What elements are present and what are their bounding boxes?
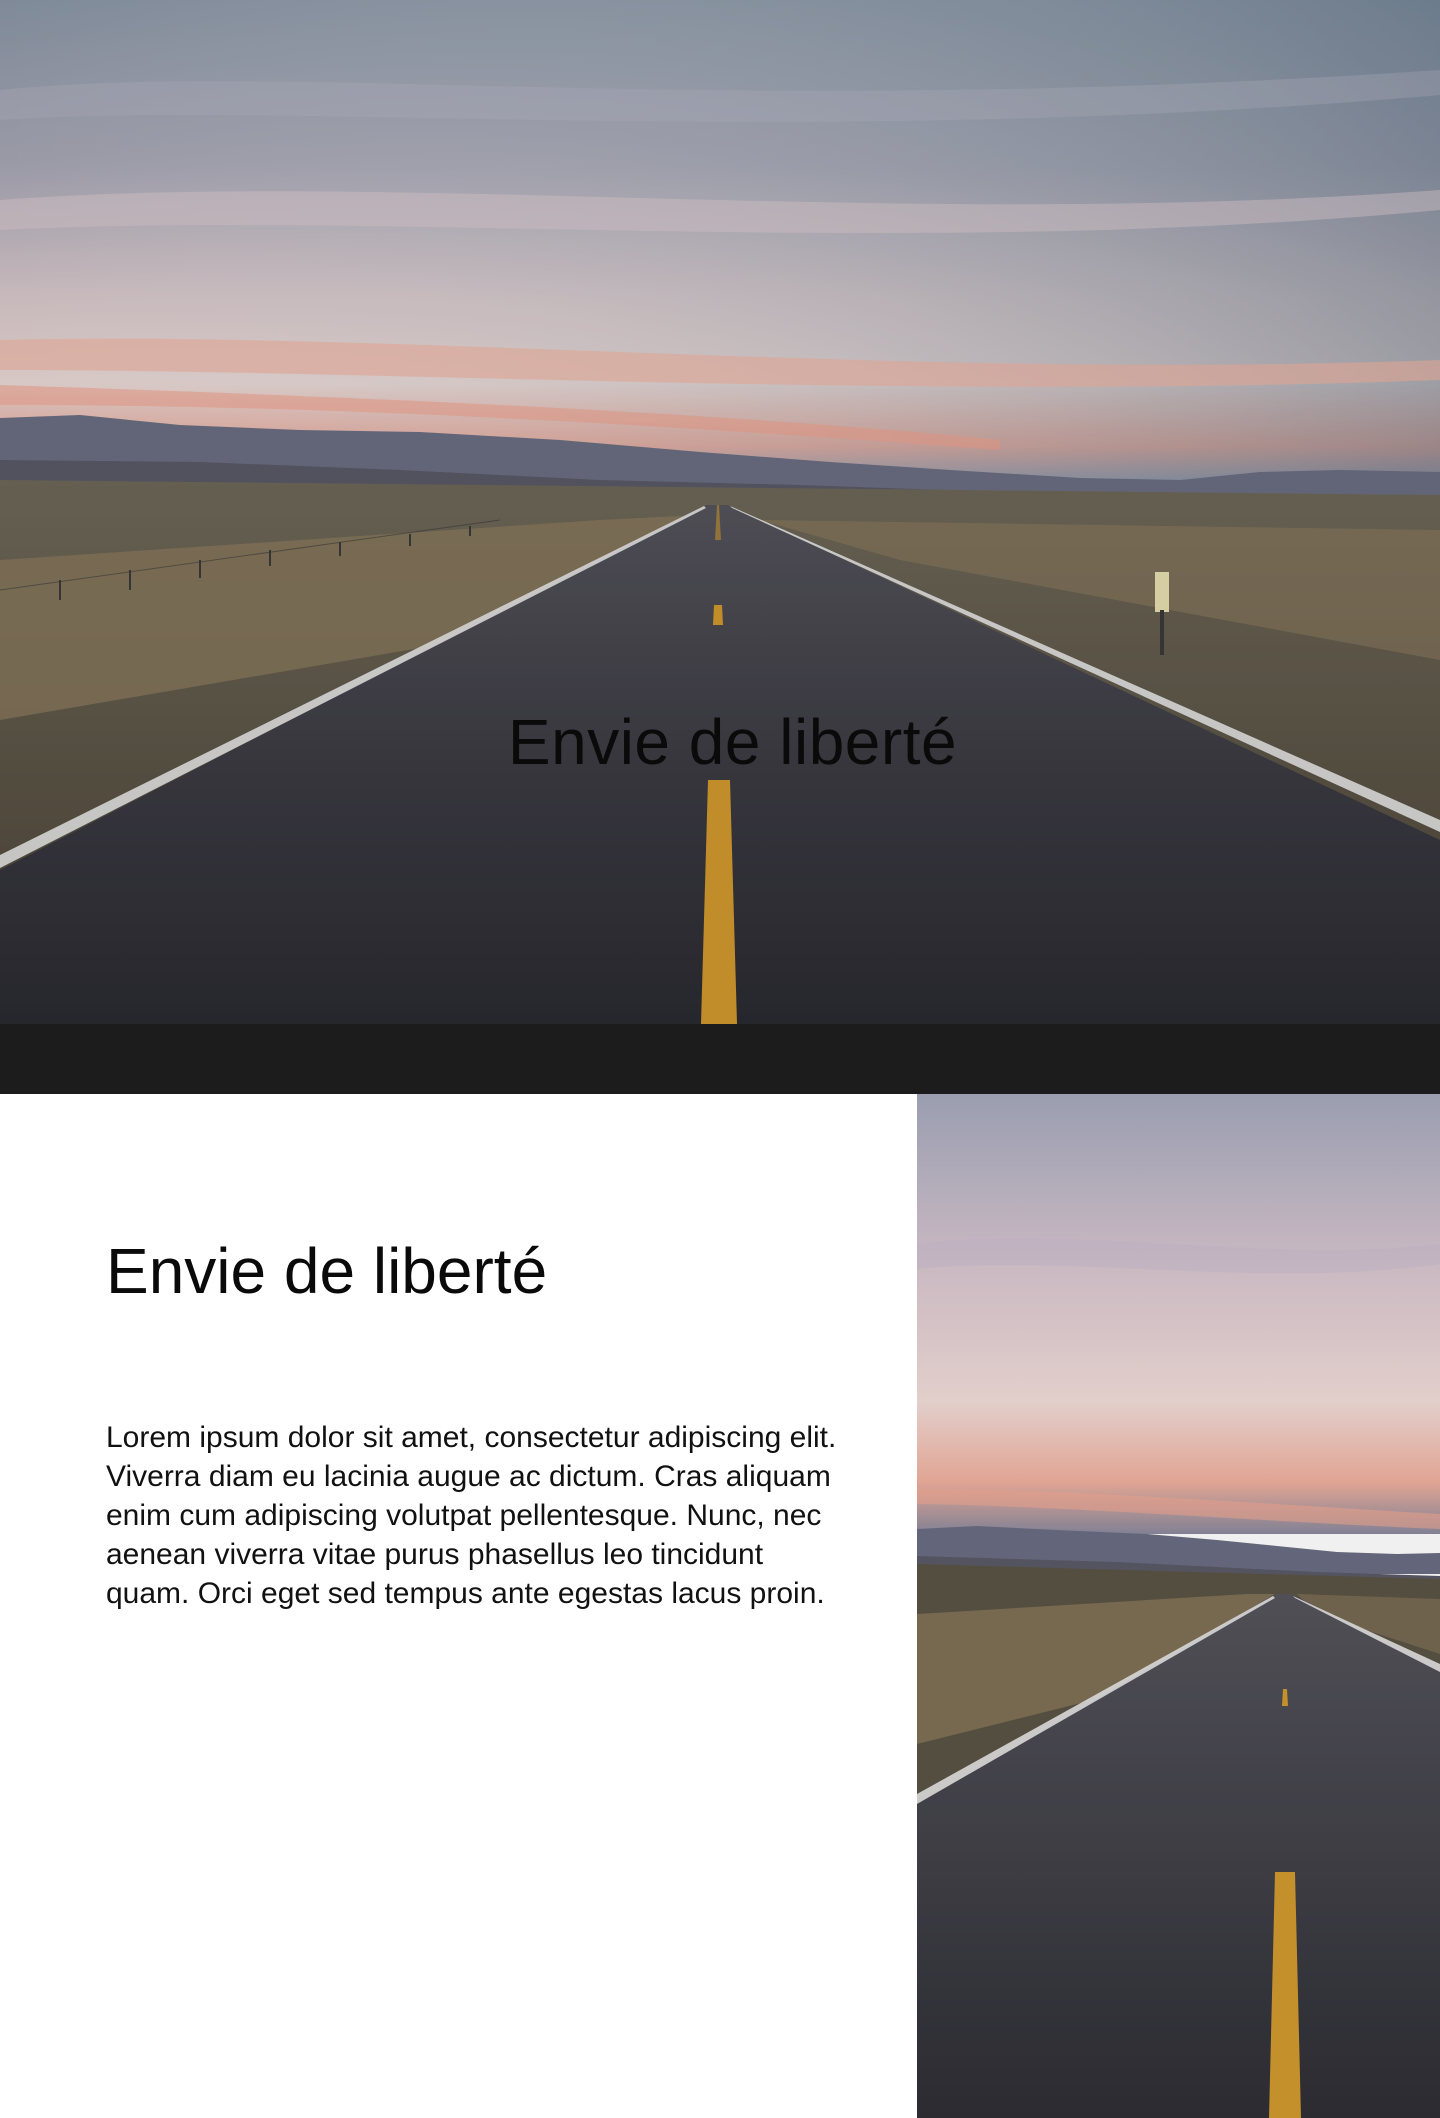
- hero-section: Envie de liberté: [0, 0, 1440, 1024]
- hero-title: Envie de liberté: [507, 706, 958, 778]
- text-column: Envie de liberté Lorem ipsum dolor sit a…: [0, 1094, 917, 2118]
- content-section: Envie de liberté Lorem ipsum dolor sit a…: [0, 1094, 1440, 2118]
- section-body-text: Lorem ipsum dolor sit amet, consectetur …: [106, 1421, 837, 1610]
- hero-road-image: [0, 0, 1440, 1024]
- section-title: Envie de liberté: [106, 1235, 548, 1307]
- road-landscape-photo-icon: [917, 1094, 1440, 2118]
- section-road-image: [917, 1094, 1440, 2118]
- dark-divider-band: [0, 1024, 1440, 1094]
